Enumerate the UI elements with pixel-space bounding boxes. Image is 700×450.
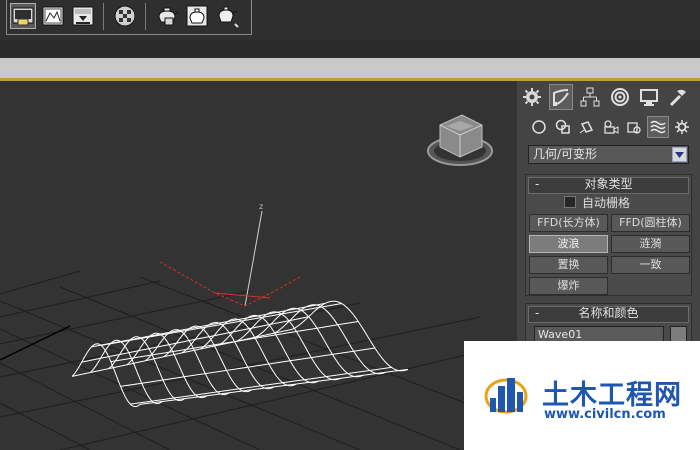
cameras-subtab-icon[interactable] <box>601 117 621 137</box>
grid-axis-line <box>0 325 71 361</box>
ribbon-bar <box>0 58 700 81</box>
displace-button[interactable]: 置换 <box>529 256 608 274</box>
autogrid-label: 自动栅格 <box>582 195 631 210</box>
viewcube[interactable] <box>427 114 493 166</box>
mesh-line <box>110 321 359 363</box>
mesh-line <box>81 316 309 363</box>
mesh-line <box>130 366 392 405</box>
ribbon-gap <box>0 40 700 58</box>
mesh-line <box>91 302 326 348</box>
mesh-line <box>218 314 319 384</box>
render-production-icon[interactable] <box>71 4 95 28</box>
mesh-line <box>101 303 342 346</box>
space-warps-subtab-icon[interactable] <box>647 116 669 138</box>
mesh-line <box>89 339 163 405</box>
category-dropdown-value: 几何/可变形 <box>533 147 598 161</box>
ffd-box-button[interactable]: FFD(长方体) <box>529 214 608 232</box>
toolbar-separator <box>145 3 146 30</box>
material-editor-icon[interactable] <box>113 4 137 28</box>
home-grid <box>0 270 517 450</box>
conform-button[interactable]: 一致 <box>611 256 690 274</box>
systems-subtab-icon[interactable] <box>672 117 692 137</box>
perspective-viewport[interactable]: z <box>0 81 517 450</box>
geometry-subtab-icon[interactable] <box>529 117 549 137</box>
helpers-subtab-icon[interactable] <box>624 117 644 137</box>
name-color-rollout-header[interactable]: - 名称和颜色 <box>528 306 689 323</box>
wave-mesh[interactable] <box>71 300 409 408</box>
autogrid-checkbox-row[interactable]: 自动栅格 <box>564 195 631 210</box>
render-toolbar-group <box>6 0 252 35</box>
mesh-line <box>163 325 252 393</box>
autogrid-checkbox[interactable] <box>564 196 576 208</box>
modify-tab-icon[interactable] <box>549 84 573 110</box>
object-type-rollout: - 对象类型 自动栅格 FFD(长方体) FFD(圆柱体) 波浪 涟漪 置换 一… <box>525 174 692 296</box>
collapse-toggle[interactable]: - <box>535 178 539 191</box>
utilities-tab-icon[interactable] <box>667 85 689 109</box>
render-iterative-icon[interactable] <box>155 4 179 28</box>
watermark: 土木工程网 www.civilcn.com <box>464 341 700 450</box>
create-tab-icon[interactable] <box>521 85 543 109</box>
category-dropdown[interactable]: 几何/可变形 <box>528 145 689 164</box>
civilcn-logo-icon <box>484 378 528 414</box>
watermark-url: www.civilcn.com <box>544 407 666 422</box>
display-tab-icon[interactable] <box>638 85 660 109</box>
lights-subtab-icon[interactable] <box>577 117 597 137</box>
main-toolbar <box>0 0 700 40</box>
ripple-button[interactable]: 涟漪 <box>611 235 690 253</box>
render-setup-icon[interactable] <box>10 3 36 29</box>
ffd-cylinder-button[interactable]: FFD(圆柱体) <box>611 214 690 232</box>
rendered-frame-window-icon[interactable] <box>41 4 65 28</box>
z-axis-label: z <box>259 202 263 211</box>
collapse-toggle[interactable]: - <box>535 307 539 320</box>
mesh-line <box>71 343 141 408</box>
toolbar-separator <box>103 3 104 30</box>
render-activeshade-icon[interactable] <box>185 4 209 28</box>
wave-button[interactable]: 波浪 <box>529 235 608 253</box>
viewport-scene: z <box>0 114 517 450</box>
shapes-subtab-icon[interactable] <box>553 117 573 137</box>
object-type-title: 对象类型 <box>584 177 633 191</box>
hierarchy-tab-icon[interactable] <box>579 85 601 109</box>
render-teapot-icon[interactable] <box>215 4 239 28</box>
wave-gizmo <box>159 210 301 307</box>
bomb-button[interactable]: 爆炸 <box>529 277 608 295</box>
name-color-title: 名称和颜色 <box>578 306 639 320</box>
mesh-line <box>236 311 342 381</box>
chevron-down-icon[interactable] <box>672 147 687 162</box>
motion-tab-icon[interactable] <box>609 85 631 109</box>
object-type-rollout-header[interactable]: - 对象类型 <box>528 177 689 194</box>
